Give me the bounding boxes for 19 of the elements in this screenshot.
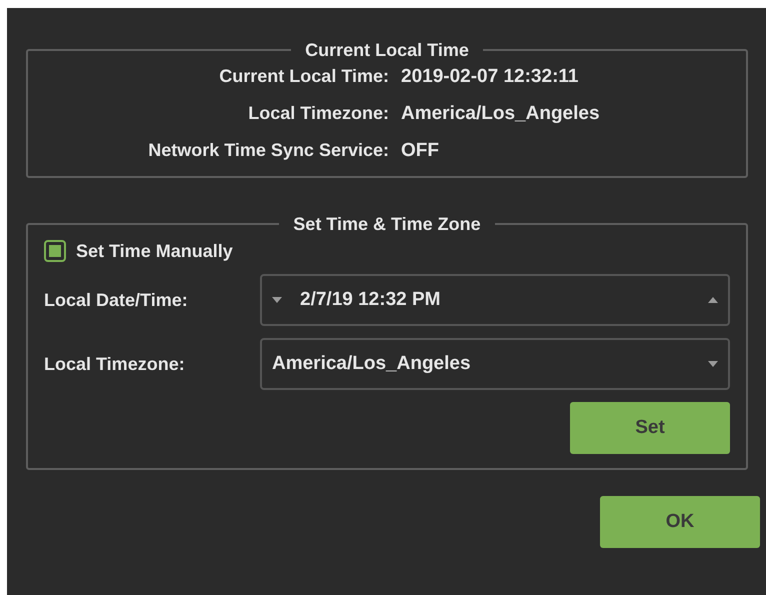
checkbox[interactable] (44, 240, 66, 262)
group-title: Set Time & Time Zone (292, 214, 482, 234)
checkbox-label[interactable]: Set Time Manually (76, 240, 233, 262)
down-arrow-icon[interactable] (272, 297, 282, 303)
field-label: Local Date/Time: (44, 290, 189, 310)
info-label: Network Time Sync Service: (147, 140, 389, 162)
group-title: Current Local Time (304, 40, 470, 60)
ok-button[interactable]: OK (600, 496, 760, 548)
info-label: Current Local Time: (218, 66, 389, 88)
datetime-field[interactable]: 2/7/19 12:32 PM (260, 274, 730, 326)
timezone-dropdown[interactable]: America/Los_Angeles (260, 338, 730, 390)
field-label: Local Timezone: (44, 354, 186, 374)
info-value: OFF (401, 140, 440, 162)
dropdown-arrow-icon[interactable] (708, 361, 718, 367)
info-label: Local Timezone: (247, 103, 389, 125)
up-arrow-icon[interactable] (708, 297, 718, 303)
set-button[interactable]: Set (570, 402, 730, 454)
info-value: America/Los_Angeles (401, 103, 601, 125)
info-value: 2019-02-07 12:32:11 (401, 66, 580, 88)
